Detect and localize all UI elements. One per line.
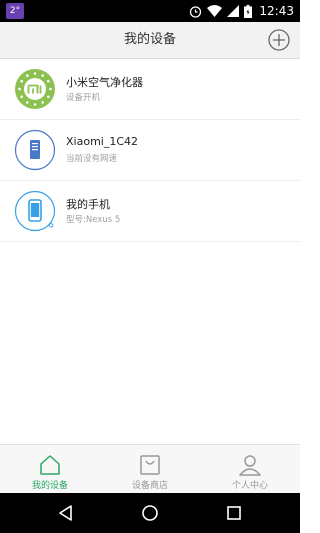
status-icons: 12:43	[189, 0, 294, 22]
device-status: 设备开机	[66, 93, 101, 103]
notification-badge: 2°	[6, 3, 24, 19]
system-nav-bar	[0, 493, 300, 533]
tab-label: 个人中心	[231, 481, 268, 491]
bottom-tab-bar: 我的设备 设备商店 个人中心	[0, 444, 300, 493]
status-time: 12:43	[259, 4, 294, 18]
alarm-icon	[190, 5, 202, 18]
recents-icon[interactable]	[224, 503, 244, 523]
add-device-button[interactable]	[268, 29, 290, 51]
device-name: Xiaomi_1C42	[66, 135, 139, 148]
tab-personal-center[interactable]: 个人中心	[200, 445, 300, 493]
signal-icon	[227, 5, 240, 17]
tab-label: 设备商店	[131, 481, 168, 491]
device-status: 当前没有网速	[66, 154, 118, 164]
device-status: 型号:Nexus 5	[66, 215, 121, 225]
tab-label: 我的设备	[31, 481, 68, 491]
battery-icon	[244, 4, 253, 18]
tab-my-devices[interactable]: 我的设备	[0, 445, 100, 493]
mi-air-purifier-icon	[15, 69, 55, 109]
device-row-phone[interactable]: 我的手机 型号:Nexus 5	[0, 181, 300, 242]
back-icon[interactable]	[56, 503, 76, 523]
tab-device-store[interactable]: 设备商店	[100, 445, 200, 493]
home-circle-icon[interactable]	[140, 503, 160, 523]
wifi-icon	[207, 5, 223, 17]
app-header: 我的设备	[0, 22, 300, 59]
device-name: 小米空气净化器	[66, 76, 143, 89]
status-bar: 2° 12:43	[0, 0, 300, 22]
person-icon	[239, 455, 261, 476]
device-row-air-purifier[interactable]: 小米空气净化器 设备开机	[0, 59, 300, 120]
phone-icon	[14, 190, 56, 232]
page-title: 我的设备	[123, 32, 176, 47]
home-icon	[40, 455, 60, 475]
router-icon	[14, 129, 56, 171]
device-list: 小米空气净化器 设备开机 Xiaomi_1C42 当前没有网速 我的手机 型号:…	[0, 59, 300, 242]
device-name: 我的手机	[66, 198, 110, 211]
device-row-router[interactable]: Xiaomi_1C42 当前没有网速	[0, 120, 300, 181]
store-bag-icon	[140, 455, 160, 475]
